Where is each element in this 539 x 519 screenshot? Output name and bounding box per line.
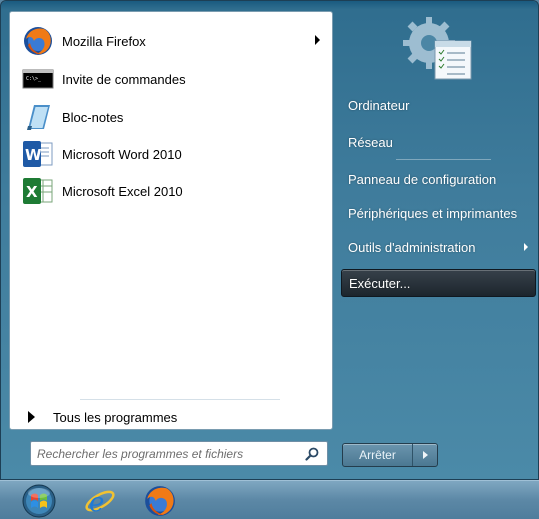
shutdown-label: Arrêter: [359, 448, 396, 462]
user-picture-gear-icon: [403, 17, 472, 80]
program-label: Bloc-notes: [62, 109, 124, 125]
menu-item-devices-printers[interactable]: Périphériques et imprimantes: [341, 199, 536, 227]
command-prompt-icon: C:\>_: [22, 69, 54, 89]
expand-arrow-icon: [28, 411, 35, 423]
program-label: Microsoft Excel 2010: [62, 183, 183, 199]
menu-item-control-panel[interactable]: Panneau de configuration: [341, 165, 536, 193]
menu-item-run[interactable]: Exécuter...: [341, 269, 536, 297]
menu-item-label: Périphériques et imprimantes: [348, 205, 518, 221]
svg-text:e: e: [89, 488, 104, 518]
search-input[interactable]: [37, 443, 297, 464]
search-icon[interactable]: [305, 447, 319, 461]
notepad-icon: [27, 105, 50, 130]
internet-explorer-icon[interactable]: e: [83, 484, 117, 518]
program-command-prompt[interactable]: C:\>_ Invite de commandes: [12, 61, 330, 97]
programs-panel: Mozilla Firefox C:\>_ Invite de commande…: [9, 11, 333, 430]
svg-text:C:\>_: C:\>_: [26, 76, 42, 82]
chevron-right-icon: [422, 451, 428, 459]
menu-item-admin-tools[interactable]: Outils d'administration: [341, 233, 536, 261]
program-label: Invite de commandes: [62, 71, 186, 87]
start-menu: Mozilla Firefox C:\>_ Invite de commande…: [0, 0, 539, 480]
program-excel[interactable]: X Microsoft Excel 2010: [12, 173, 330, 209]
all-programs-button[interactable]: Tous les programmes: [20, 406, 320, 428]
program-word[interactable]: W Microsoft Word 2010: [12, 136, 330, 172]
firefox-icon: [24, 27, 52, 55]
start-orb-icon[interactable]: [22, 484, 56, 518]
svg-text:X: X: [26, 183, 38, 201]
excel-icon: X: [23, 178, 53, 204]
program-label: Mozilla Firefox: [62, 33, 146, 49]
menu-item-label: Exécuter...: [349, 275, 411, 291]
menu-item-label: Ordinateur: [348, 97, 410, 113]
submenu-arrow-icon: [315, 35, 320, 45]
shutdown-button-group: Arrêter: [342, 443, 438, 467]
firefox-icon[interactable]: [143, 484, 177, 518]
menu-item-label: Réseau: [348, 134, 393, 150]
program-firefox[interactable]: Mozilla Firefox: [12, 23, 330, 59]
program-notepad[interactable]: Bloc-notes: [12, 99, 330, 135]
all-programs-label: Tous les programmes: [53, 409, 178, 425]
taskbar: e: [0, 480, 539, 519]
shutdown-button[interactable]: Arrêter: [343, 444, 413, 466]
divider: [80, 399, 280, 400]
menu-item-label: Outils d'administration: [348, 239, 476, 255]
divider: [396, 159, 491, 160]
svg-text:W: W: [25, 146, 42, 164]
search-box[interactable]: [30, 441, 328, 466]
menu-item-network[interactable]: Réseau: [341, 128, 536, 156]
menu-item-label: Panneau de configuration: [348, 171, 497, 187]
menu-item-computer[interactable]: Ordinateur: [341, 91, 536, 119]
submenu-arrow-icon: [524, 243, 528, 251]
word-icon: W: [23, 141, 53, 167]
shutdown-options-button[interactable]: [413, 444, 437, 466]
program-label: Microsoft Word 2010: [62, 146, 182, 162]
